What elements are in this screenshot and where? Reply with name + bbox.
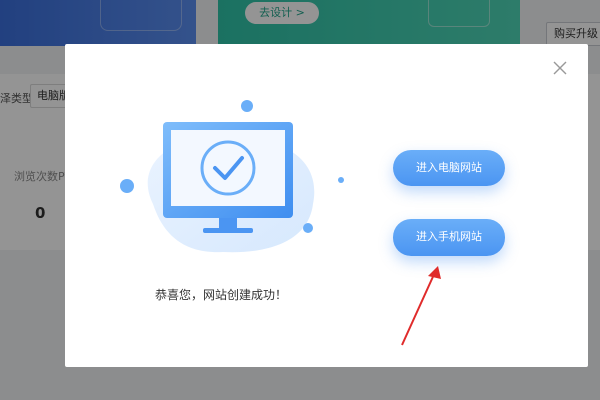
success-message: 恭喜您，网站创建成功！	[155, 288, 288, 302]
enter-pc-site-button[interactable]: 进入电脑网站	[393, 150, 505, 186]
enter-mobile-site-button[interactable]: 进入手机网站	[393, 219, 505, 256]
monitor-success-illustration	[120, 100, 344, 253]
close-icon[interactable]	[552, 60, 568, 76]
success-modal: 恭喜您，网站创建成功！ 进入电脑网站 进入手机网站	[65, 44, 588, 367]
